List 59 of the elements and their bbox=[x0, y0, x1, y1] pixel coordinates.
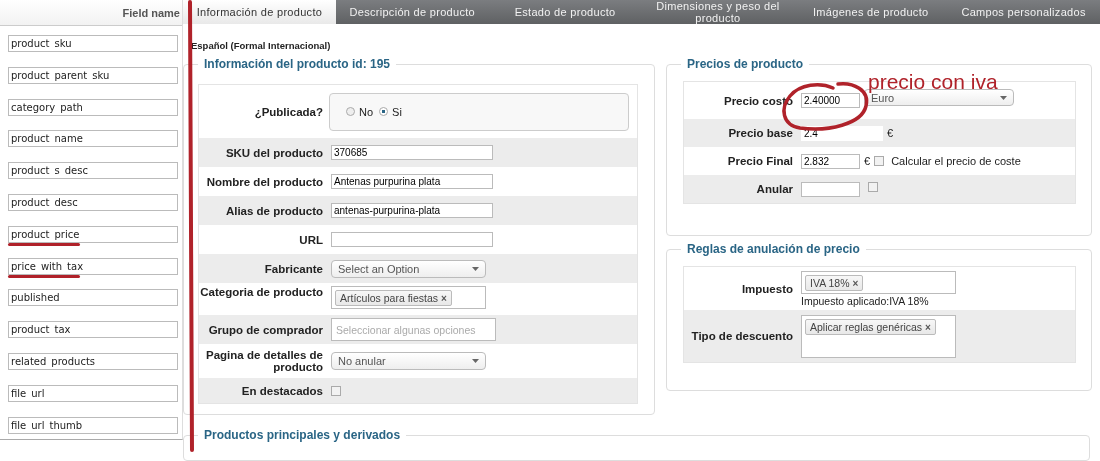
field-name-input[interactable]: price_with_tax bbox=[8, 257, 178, 275]
field-label: Fabricante bbox=[263, 262, 324, 275]
field-label: En destacados bbox=[240, 384, 324, 397]
field-name-input[interactable]: product_parent_sku bbox=[8, 66, 178, 84]
tab[interactable]: Descripción de producto bbox=[335, 0, 489, 24]
field-label: Precio Final bbox=[726, 155, 794, 168]
field-name-input[interactable]: product_sku bbox=[8, 35, 178, 52]
tab[interactable]: Imágenes de producto bbox=[794, 0, 948, 24]
section-legend: Reglas de anulación de precio bbox=[681, 242, 866, 257]
section-legend: Productos principales y derivados bbox=[198, 428, 407, 443]
field-label: Tipo de descuento bbox=[690, 330, 794, 343]
tab[interactable]: Campos personalizados bbox=[947, 0, 1100, 24]
currency-symbol: € bbox=[864, 155, 871, 168]
tab[interactable]: Estado de producto bbox=[488, 0, 642, 24]
field-label: Grupo de comprador bbox=[207, 323, 324, 336]
field-name-input[interactable]: product_s_desc bbox=[8, 162, 178, 180]
field-name-input[interactable]: product_price bbox=[8, 225, 178, 243]
field-name-input[interactable]: product_tax bbox=[8, 321, 178, 339]
field-label: Precio base bbox=[727, 127, 794, 140]
language-label: Español (Formal Internacional) bbox=[190, 39, 332, 53]
price-input[interactable]: 2.40000 bbox=[801, 93, 860, 109]
field-label: Categoria de producto bbox=[199, 286, 324, 299]
text-input[interactable]: Antenas purpurina plata bbox=[331, 174, 493, 190]
tag-chip[interactable]: Aplicar reglas genéricas × bbox=[805, 318, 936, 335]
tag-chip[interactable]: Artículos para fiestas × bbox=[335, 290, 452, 307]
text-input[interactable]: antenas-purpurina-plata bbox=[331, 203, 493, 219]
text-input[interactable]: 370685 bbox=[331, 145, 493, 161]
tab[interactable]: Información de producto bbox=[183, 0, 336, 24]
column-header: Field name bbox=[122, 6, 180, 19]
multi-select-field[interactable]: Seleccionar algunas opciones bbox=[331, 318, 496, 342]
field-label: Alias de producto bbox=[224, 204, 324, 217]
field-label: ¿Publicada? bbox=[253, 105, 324, 118]
select-dropdown[interactable]: No anular bbox=[331, 352, 486, 371]
field-name-input[interactable]: file_url bbox=[8, 384, 178, 402]
currency-symbol: € bbox=[887, 127, 894, 140]
tag-input[interactable]: Aplicar reglas genéricas × bbox=[801, 314, 956, 358]
section-legend: Información del producto id: 195 bbox=[198, 57, 397, 72]
field-name-input[interactable]: related_products bbox=[8, 352, 178, 370]
section-legend: Precios de producto bbox=[681, 57, 810, 72]
field-name-input[interactable]: category_path bbox=[8, 98, 178, 116]
checkbox-label: Calcular el precio de coste bbox=[891, 155, 1021, 168]
select-dropdown[interactable]: Select an Option bbox=[331, 259, 486, 278]
tag-chip[interactable]: IVA 18% × bbox=[805, 274, 864, 291]
radio-label: No bbox=[359, 105, 374, 118]
field-label: URL bbox=[298, 233, 324, 246]
field-label: Pagina de detalles de producto bbox=[205, 349, 324, 374]
tag-input[interactable]: Artículos para fiestas × bbox=[331, 286, 486, 310]
tag-input[interactable]: IVA 18% × bbox=[801, 270, 956, 294]
price-input[interactable]: 2.832 bbox=[801, 153, 860, 169]
field-name-input[interactable]: published bbox=[8, 289, 178, 307]
radio-label: Si bbox=[392, 105, 402, 118]
field-name-input[interactable]: product_name bbox=[8, 130, 178, 148]
field-name-input[interactable]: product_desc bbox=[8, 194, 178, 211]
tax-note: Impuesto aplicado:IVA 18% bbox=[801, 294, 929, 307]
field-label: Impuesto bbox=[740, 282, 794, 295]
tab[interactable]: Dimensiones y peso del producto bbox=[641, 0, 795, 24]
field-label: Anular bbox=[755, 183, 794, 196]
field-label: SKU del producto bbox=[224, 146, 324, 159]
field-label: Nombre del producto bbox=[205, 175, 324, 188]
